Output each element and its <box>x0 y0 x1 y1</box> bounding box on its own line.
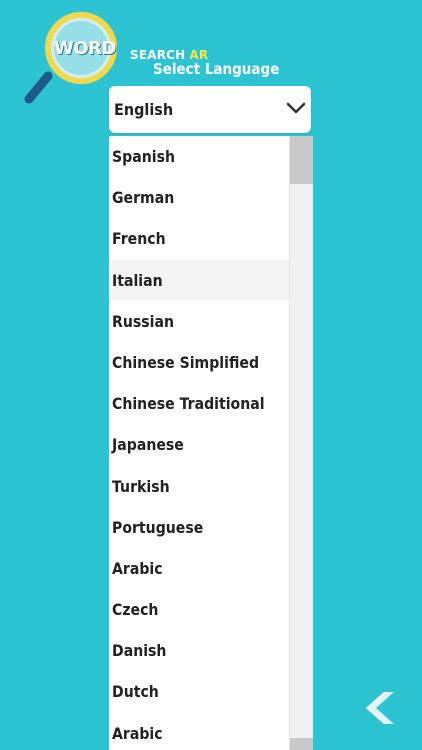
list-item[interactable]: Russian <box>109 301 289 342</box>
selected-language: English <box>114 100 174 119</box>
list-item-label: German <box>112 188 175 208</box>
list-item-label: Turkish <box>112 476 170 496</box>
list-item[interactable]: Japanese <box>109 424 289 465</box>
list-item[interactable]: French <box>109 218 289 259</box>
list-item-label: Portuguese <box>112 517 204 537</box>
logo-word-text: WORD <box>54 38 116 59</box>
list-item[interactable]: Danish <box>109 630 289 671</box>
list-item-label: Arabic <box>112 558 163 578</box>
language-dropdown: Spanish German French Italian Russian Chinese… <box>109 136 313 750</box>
list-item[interactable]: Arabic <box>109 713 289 750</box>
scrollbar-thumb[interactable] <box>290 136 313 184</box>
language-select[interactable]: English <box>109 86 311 133</box>
list-item[interactable]: Arabic <box>109 548 289 589</box>
list-item[interactable]: Dutch <box>109 671 289 712</box>
list-item-label: Spanish <box>112 147 175 166</box>
list-item[interactable]: Turkish <box>109 466 289 507</box>
list-item-label: French <box>112 229 166 249</box>
list-item-label: Dutch <box>112 682 159 702</box>
list-item[interactable]: Czech <box>109 589 289 630</box>
list-item-label: Japanese <box>112 435 184 455</box>
page-title: Select Language <box>153 60 280 78</box>
chevron-down-icon[interactable] <box>285 100 307 116</box>
list-item-label: Arabic <box>112 723 163 743</box>
list-item-label: Chinese Traditional <box>112 394 265 414</box>
list-item-label: Russian <box>112 311 174 331</box>
scrollbar-arrow-down[interactable] <box>290 738 313 750</box>
list-item[interactable]: Chinese Simplified <box>109 342 289 383</box>
chevron-left-icon[interactable] <box>362 690 396 726</box>
list-item-label: Chinese Simplified <box>112 352 260 372</box>
list-item[interactable]: German <box>109 177 289 218</box>
list-item-label: Italian <box>112 270 163 290</box>
list-item[interactable]: Italian <box>109 259 289 301</box>
list-item[interactable]: Spanish <box>109 136 289 177</box>
list-item[interactable]: Chinese Traditional <box>109 383 289 424</box>
language-list: Spanish German French Italian Russian Chinese… <box>109 136 289 750</box>
list-item[interactable]: Portuguese <box>109 507 289 548</box>
list-item-label: Danish <box>112 641 167 661</box>
scrollbar[interactable] <box>289 136 313 750</box>
list-item-label: Czech <box>112 600 159 620</box>
